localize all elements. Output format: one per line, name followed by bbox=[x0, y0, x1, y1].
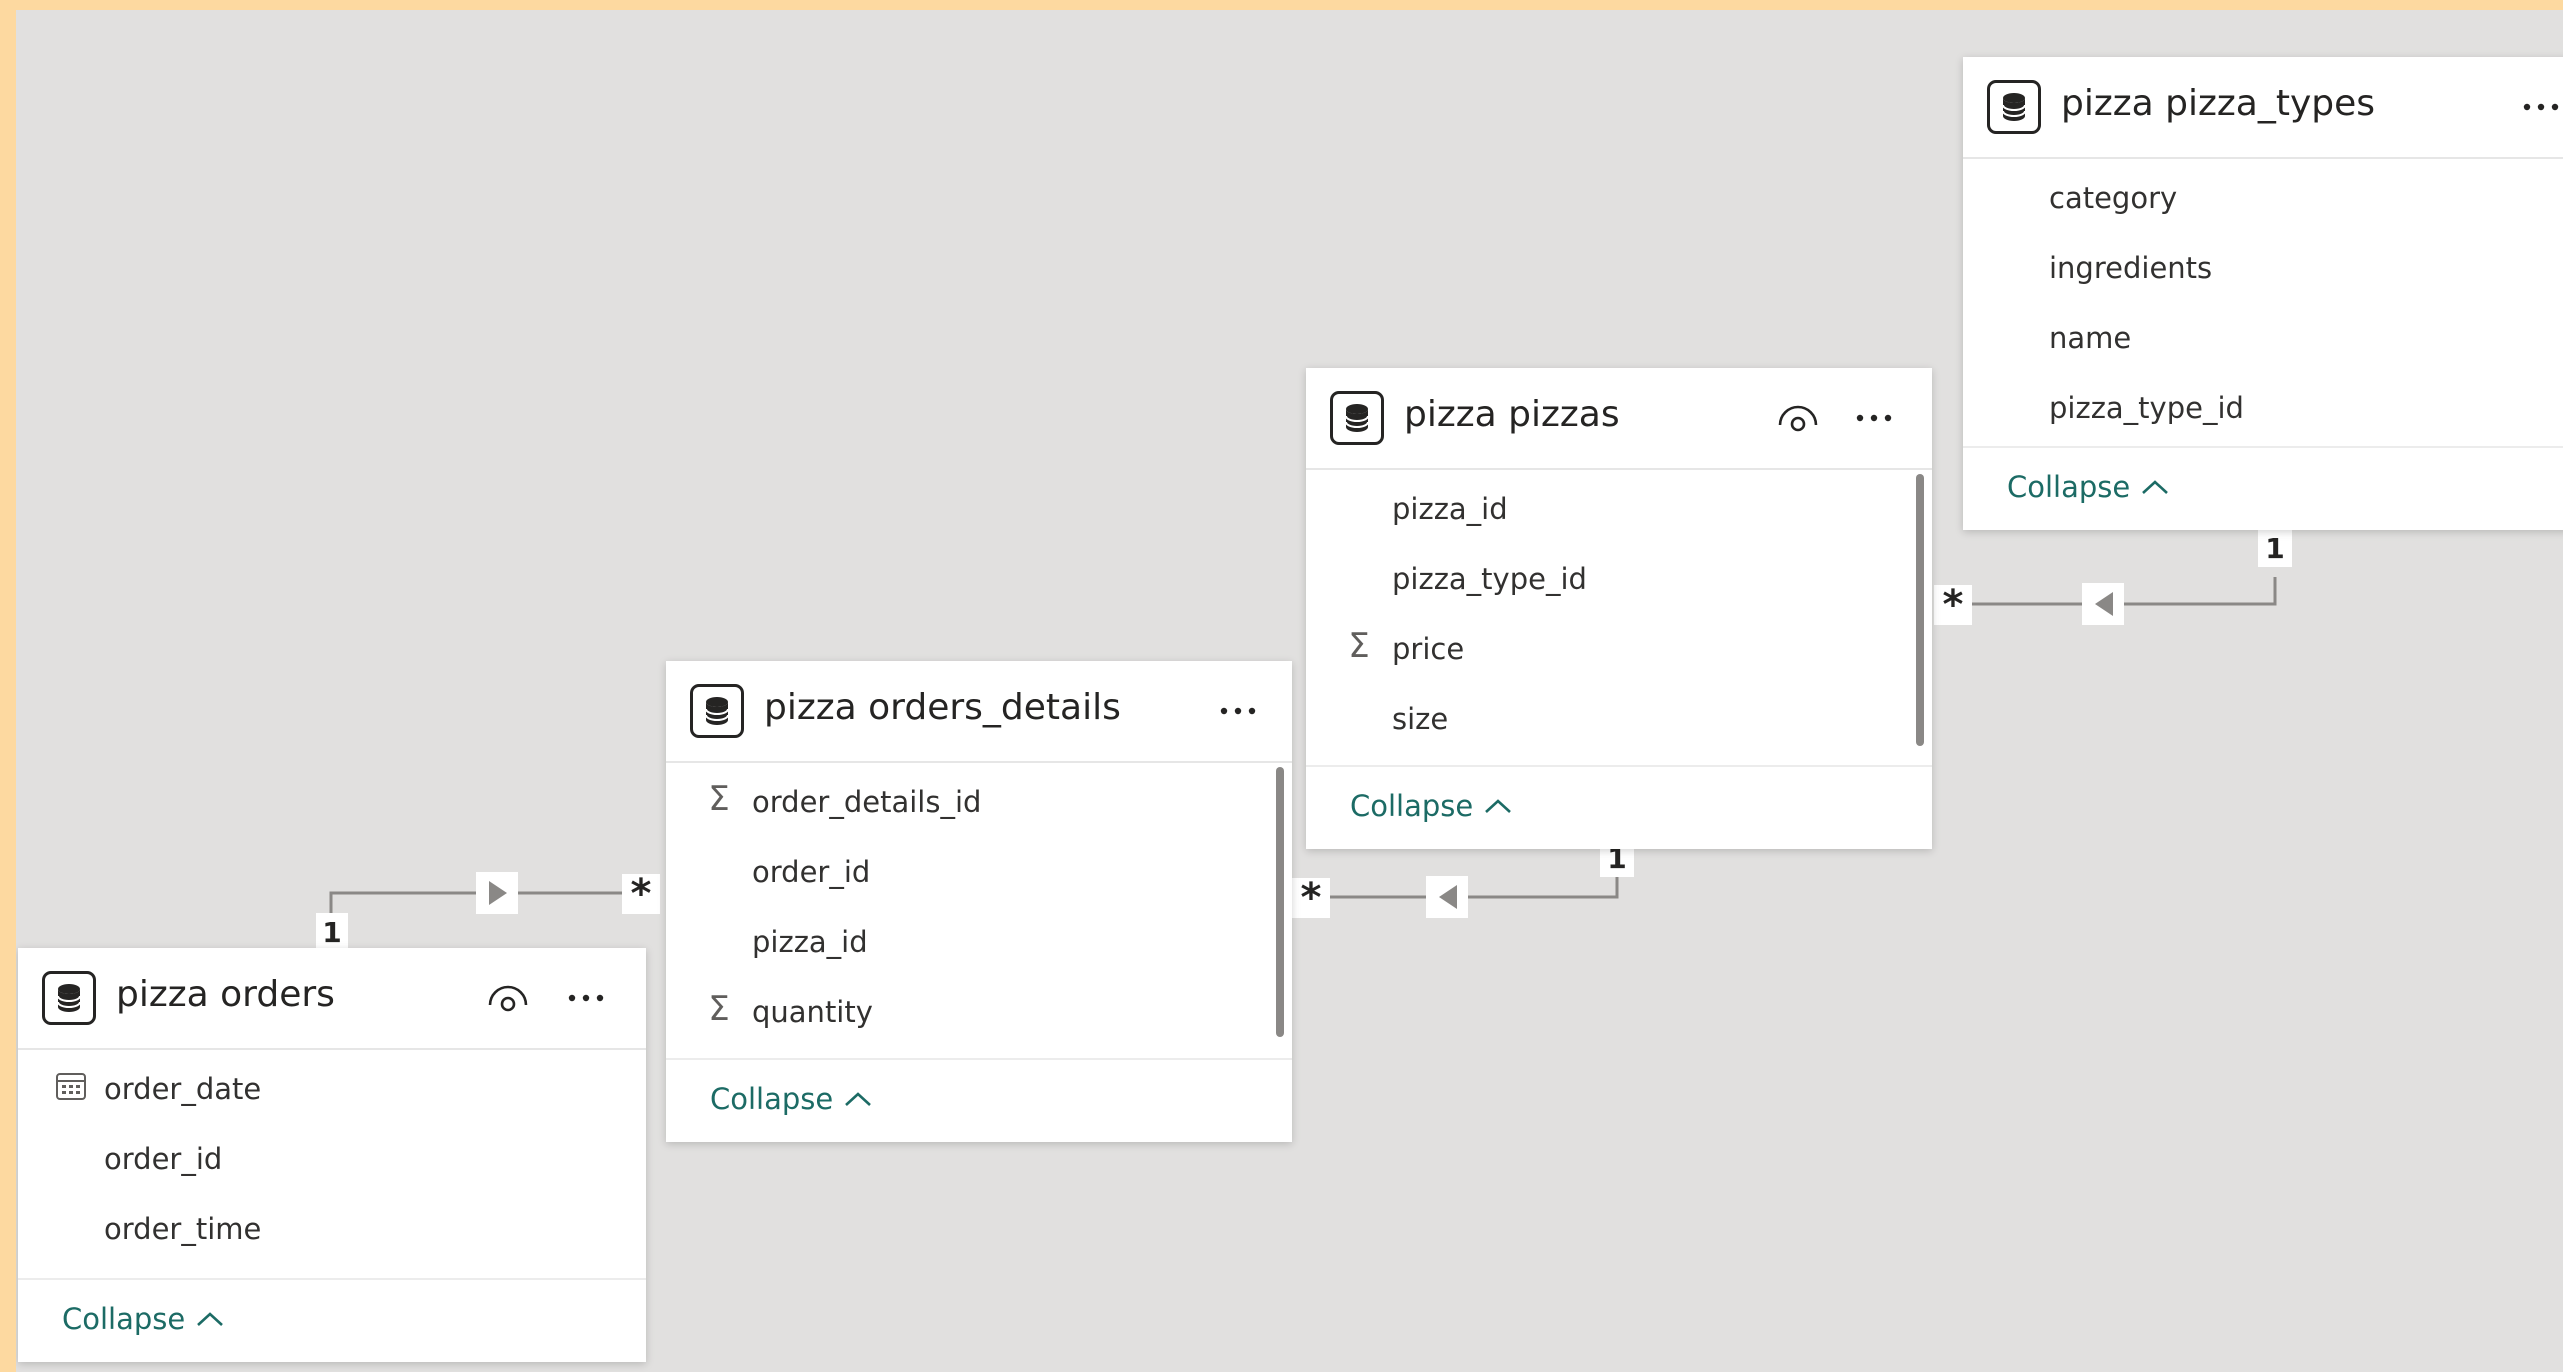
model-canvas[interactable]: 1 * 1 * 1 * pizza orders order_date orde… bbox=[16, 10, 2563, 1372]
cardinality-many: * bbox=[622, 871, 660, 917]
collapse-button[interactable]: Collapse bbox=[1350, 789, 1513, 823]
collapse-label: Collapse bbox=[1350, 789, 1474, 823]
chevron-up-icon bbox=[1485, 799, 1512, 813]
more-options-icon[interactable] bbox=[1216, 691, 1260, 731]
table-title: pizza orders_details bbox=[764, 687, 1121, 728]
field-row[interactable]: name bbox=[1963, 301, 2563, 371]
cardinality-one: 1 bbox=[2258, 529, 2292, 567]
field-name: category bbox=[2049, 181, 2178, 215]
calendar-icon bbox=[54, 1068, 88, 1104]
field-row[interactable]: size bbox=[1306, 682, 1932, 752]
collapse-button[interactable]: Collapse bbox=[710, 1082, 873, 1116]
more-options-icon[interactable] bbox=[1852, 398, 1896, 438]
field-row[interactable]: pizza_id bbox=[666, 905, 1292, 975]
collapse-button[interactable]: Collapse bbox=[2007, 470, 2170, 504]
chevron-up-icon bbox=[197, 1312, 224, 1326]
field-list: category ingredients name pizza_type_id bbox=[1963, 159, 2563, 441]
field-row[interactable]: order_id bbox=[666, 835, 1292, 905]
field-row[interactable]: pizza_type_id bbox=[1963, 371, 2563, 441]
collapse-label: Collapse bbox=[2007, 470, 2131, 504]
field-list: order_date order_id order_time bbox=[18, 1050, 646, 1262]
table-header[interactable]: pizza orders_details bbox=[666, 661, 1292, 763]
collapse-label: Collapse bbox=[62, 1302, 186, 1336]
collapse-row: Collapse bbox=[1306, 765, 1932, 849]
collapse-row: Collapse bbox=[1963, 446, 2563, 530]
field-name: pizza_type_id bbox=[1392, 562, 1587, 596]
field-name: pizza_id bbox=[752, 925, 868, 959]
scrollbar[interactable] bbox=[1916, 474, 1924, 746]
direction-arrow-3 bbox=[2082, 583, 2124, 625]
table-card-orders-details[interactable]: pizza orders_details Σ order_details_id … bbox=[666, 661, 1292, 1142]
field-name: name bbox=[2049, 321, 2132, 355]
sigma-icon: Σ bbox=[1348, 626, 1370, 666]
direction-arrow-1 bbox=[476, 872, 518, 914]
field-name: order_id bbox=[104, 1142, 223, 1176]
field-name: price bbox=[1392, 632, 1465, 666]
table-header[interactable]: pizza pizzas bbox=[1306, 368, 1932, 470]
table-header[interactable]: pizza pizza_types bbox=[1963, 57, 2563, 159]
cardinality-many: * bbox=[1292, 875, 1330, 921]
field-name: order_date bbox=[104, 1072, 262, 1106]
sigma-icon: Σ bbox=[708, 779, 730, 819]
field-row[interactable]: category bbox=[1963, 161, 2563, 231]
table-title: pizza pizzas bbox=[1404, 394, 1620, 435]
field-list: pizza_id pizza_type_id Σ price size bbox=[1306, 470, 1932, 752]
field-name: size bbox=[1392, 702, 1449, 736]
eye-icon[interactable] bbox=[1776, 398, 1820, 438]
database-icon bbox=[690, 684, 744, 738]
field-row[interactable]: Σ quantity bbox=[666, 975, 1292, 1045]
more-options-icon[interactable] bbox=[2519, 87, 2563, 127]
field-row[interactable]: Σ order_details_id bbox=[666, 765, 1292, 835]
table-card-pizza-types[interactable]: pizza pizza_types category ingredients n… bbox=[1963, 57, 2563, 530]
chevron-up-icon bbox=[845, 1092, 872, 1106]
field-name: order_id bbox=[752, 855, 871, 889]
field-row[interactable]: order_date bbox=[18, 1052, 646, 1122]
field-name: order_details_id bbox=[752, 785, 982, 819]
table-card-orders[interactable]: pizza orders order_date order_id order_t… bbox=[18, 948, 646, 1362]
database-icon bbox=[1330, 391, 1384, 445]
field-name: ingredients bbox=[2049, 251, 2213, 285]
field-row[interactable]: order_time bbox=[18, 1192, 646, 1262]
collapse-row: Collapse bbox=[666, 1058, 1292, 1142]
table-card-pizzas[interactable]: pizza pizzas pizza_id pizza_type_id Σ pr… bbox=[1306, 368, 1932, 849]
table-title: pizza pizza_types bbox=[2061, 83, 2376, 124]
scrollbar[interactable] bbox=[1276, 767, 1284, 1037]
field-name: pizza_id bbox=[1392, 492, 1508, 526]
field-name: order_time bbox=[104, 1212, 262, 1246]
more-options-icon[interactable] bbox=[564, 978, 608, 1018]
field-row[interactable]: ingredients bbox=[1963, 231, 2563, 301]
database-icon bbox=[42, 971, 96, 1025]
field-list: Σ order_details_id order_id pizza_id Σ q… bbox=[666, 763, 1292, 1045]
collapse-label: Collapse bbox=[710, 1082, 834, 1116]
direction-arrow-2 bbox=[1426, 876, 1468, 918]
field-row[interactable]: pizza_id bbox=[1306, 472, 1932, 542]
sigma-icon: Σ bbox=[708, 989, 730, 1029]
cardinality-one: 1 bbox=[316, 913, 348, 951]
database-icon bbox=[1987, 80, 2041, 134]
table-title: pizza orders bbox=[116, 974, 335, 1015]
field-row[interactable]: pizza_type_id bbox=[1306, 542, 1932, 612]
field-row[interactable]: order_id bbox=[18, 1122, 646, 1192]
eye-icon[interactable] bbox=[486, 978, 530, 1018]
field-row[interactable]: Σ price bbox=[1306, 612, 1932, 682]
field-name: pizza_type_id bbox=[2049, 391, 2244, 425]
table-header[interactable]: pizza orders bbox=[18, 948, 646, 1050]
chevron-up-icon bbox=[2142, 480, 2169, 494]
collapse-button[interactable]: Collapse bbox=[62, 1302, 225, 1336]
collapse-row: Collapse bbox=[18, 1278, 646, 1362]
cardinality-many: * bbox=[1934, 582, 1972, 628]
field-name: quantity bbox=[752, 995, 873, 1029]
